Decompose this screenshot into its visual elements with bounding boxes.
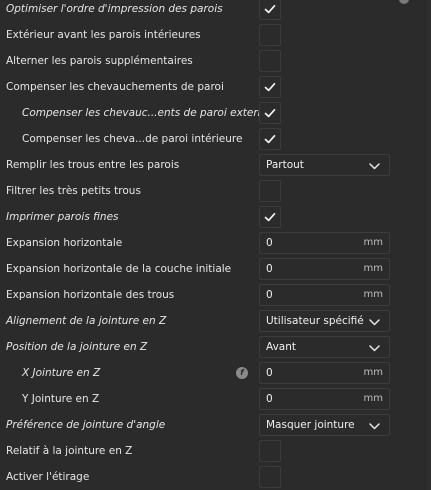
chevron-down-icon [369,317,380,329]
setting-row: Expansion horizontale de la couche initi… [0,256,431,282]
setting-row: Imprimer parois fines [0,204,431,230]
setting-checkbox[interactable] [259,102,281,124]
function-icon[interactable]: f [236,367,248,379]
setting-row: Préférence de jointure d'angle Masquer jo… [0,412,431,438]
dropdown-value: Partout [266,159,304,171]
setting-label: Filtrer les très petits trous [6,185,141,197]
setting-checkbox[interactable] [259,50,281,72]
setting-label: Imprimer parois fines [6,211,119,223]
setting-row: Alignement de la jointure en Z Utilisateu… [0,308,431,334]
setting-label: Expansion horizontale de la couche initi… [6,263,232,275]
setting-label: Relatif à la jointure en Z [6,445,133,457]
setting-label: Alterner les parois supplémentaires [6,55,193,67]
setting-label: Optimiser l'ordre d'impression des paroi… [6,3,223,15]
setting-row: Optimiser l'ordre d'impression des paroi… [0,0,431,22]
setting-label: Y Jointure en Z [22,393,100,405]
setting-row: Compenser les cheva...de paroi intérieur… [0,126,431,152]
unit-label: mm [363,237,383,248]
chevron-down-icon [369,421,380,433]
dropdown-value: Utilisateur spécifié [266,315,364,327]
setting-row: Position de la jointure en Z Avant [0,334,431,360]
setting-number-input[interactable]: 0 mm [259,284,390,306]
setting-label: Préférence de jointure d'angle [6,419,166,431]
setting-checkbox[interactable] [259,76,281,98]
chevron-down-icon [369,161,380,173]
setting-checkbox[interactable] [259,180,281,202]
number-value: 0 [266,237,273,249]
setting-row: Remplir les trous entre les parois Partou… [0,152,431,178]
setting-label: X Jointure en Z [22,367,101,379]
setting-row: Compenser les chevauc...ents de paroi ex… [0,100,431,126]
setting-label: Extérieur avant les parois intérieures [6,29,201,41]
unit-label: mm [363,393,383,404]
setting-checkbox[interactable] [259,206,281,228]
setting-row: Alterner les parois supplémentaires [0,48,431,74]
setting-row: Expansion horizontale 0 mm [0,230,431,256]
setting-label: Compenser les cheva...de paroi intérieur… [22,133,243,145]
setting-number-input[interactable]: 0 mm [259,388,390,410]
setting-dropdown[interactable]: Avant [259,336,390,358]
setting-label: Expansion horizontale [6,237,123,249]
number-value: 0 [266,393,273,405]
setting-label: Compenser les chevauchements de paroi [6,81,224,93]
setting-dropdown[interactable]: Masquer jointure [259,414,390,436]
setting-row: Extérieur avant les parois intérieures [0,22,431,48]
setting-row: Filtrer les très petits trous [0,178,431,204]
unit-label: mm [363,367,383,378]
setting-number-input[interactable]: 0 mm [259,232,390,254]
setting-label: Activer l'étirage [6,471,90,483]
setting-row: Relatif à la jointure en Z [0,438,431,464]
setting-label: Expansion horizontale des trous [6,289,175,301]
print-settings-panel: Optimiser l'ordre d'impression des paroi… [0,0,431,490]
setting-checkbox[interactable] [259,24,281,46]
setting-dropdown[interactable]: Utilisateur spécifié [259,310,390,332]
setting-label: Position de la jointure en Z [6,341,148,353]
number-value: 0 [266,289,273,301]
setting-number-input[interactable]: 0 mm [259,258,390,280]
unit-label: mm [363,263,383,274]
setting-row: Y Jointure en Z 0 mm [0,386,431,412]
number-value: 0 [266,263,273,275]
setting-row: Compenser les chevauchements de paroi [0,74,431,100]
setting-number-input[interactable]: 0 mm [259,362,390,384]
setting-label: Remplir les trous entre les parois [6,159,180,171]
dropdown-value: Avant [266,341,296,353]
setting-checkbox[interactable] [259,128,281,150]
chevron-down-icon [369,343,380,355]
setting-row: X Jointure en Z f 0 mm [0,360,431,386]
dropdown-value: Masquer jointure [266,419,355,431]
setting-checkbox[interactable] [259,440,281,462]
setting-label: Alignement de la jointure en Z [6,315,167,327]
unit-label: mm [363,289,383,300]
number-value: 0 [266,367,273,379]
setting-row: Activer l'étirage [0,464,431,490]
setting-checkbox[interactable] [259,0,281,20]
setting-label: Compenser les chevauc...ents de paroi ex… [22,107,271,119]
setting-dropdown[interactable]: Partout [259,154,390,176]
setting-row: Expansion horizontale des trous 0 mm [0,282,431,308]
setting-checkbox[interactable] [259,466,281,488]
